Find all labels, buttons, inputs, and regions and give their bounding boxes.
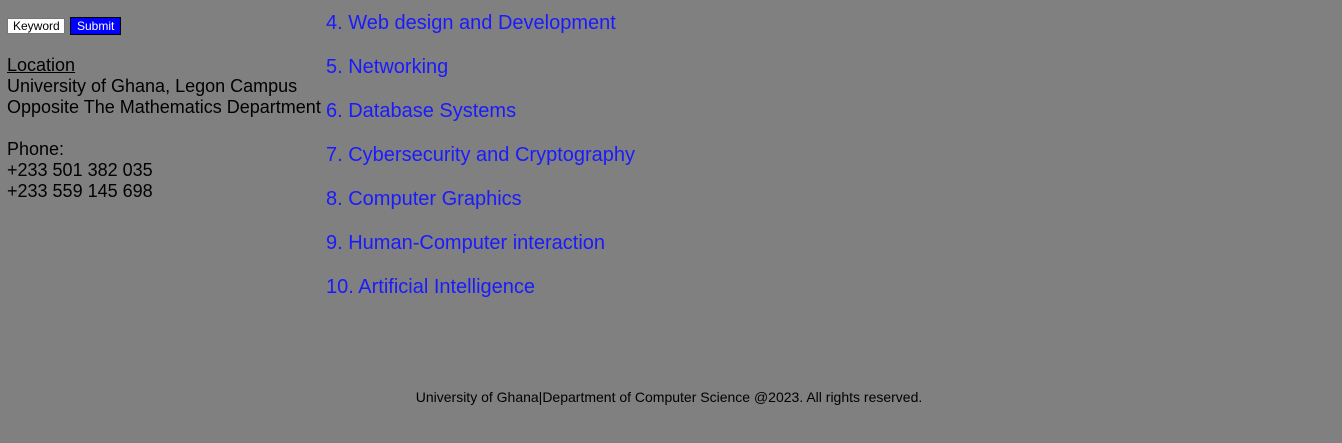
footer: University of Ghana|Department of Comput…	[415, 389, 923, 405]
page: Submit Location University of Ghana, Leg…	[0, 0, 1342, 443]
course-link-computer-graphics[interactable]: 8. Computer Graphics	[326, 188, 522, 210]
course-item: 10. Artificial Intelligence	[326, 276, 635, 320]
search-form: Submit	[7, 17, 323, 35]
course-link-web-design[interactable]: 4. Web design and Development	[326, 12, 616, 34]
sidebar: Submit Location University of Ghana, Leg…	[7, 17, 323, 202]
course-item: 5. Networking	[326, 56, 635, 100]
course-item: 7. Cybersecurity and Cryptography	[326, 144, 635, 188]
course-item: 6. Database Systems	[326, 100, 635, 144]
contact-spacer	[7, 118, 323, 139]
course-item: 9. Human-Computer interaction	[326, 232, 635, 276]
course-item: 4. Web design and Development	[326, 12, 635, 56]
phone-heading: Phone:	[7, 139, 65, 159]
course-item: 8. Computer Graphics	[326, 188, 635, 232]
keyword-input[interactable]	[7, 18, 65, 34]
phone-number-2: +233 559 145 698	[7, 181, 153, 201]
contact-info: Location University of Ghana, Legon Camp…	[7, 55, 323, 202]
course-link-networking[interactable]: 5. Networking	[326, 56, 448, 78]
course-link-ai[interactable]: 10. Artificial Intelligence	[326, 276, 535, 298]
course-list: 4. Web design and Development 5. Network…	[326, 12, 635, 320]
course-link-hci[interactable]: 9. Human-Computer interaction	[326, 232, 605, 254]
phone-number-1: +233 501 382 035	[7, 160, 153, 180]
course-link-database-systems[interactable]: 6. Database Systems	[326, 100, 516, 122]
location-heading: Location	[7, 55, 76, 75]
location-line-2: Opposite The Mathematics Department	[7, 97, 321, 117]
location-line-1: University of Ghana, Legon Campus	[7, 76, 298, 96]
course-link-cybersecurity[interactable]: 7. Cybersecurity and Cryptography	[326, 144, 635, 166]
submit-button[interactable]: Submit	[70, 17, 122, 35]
